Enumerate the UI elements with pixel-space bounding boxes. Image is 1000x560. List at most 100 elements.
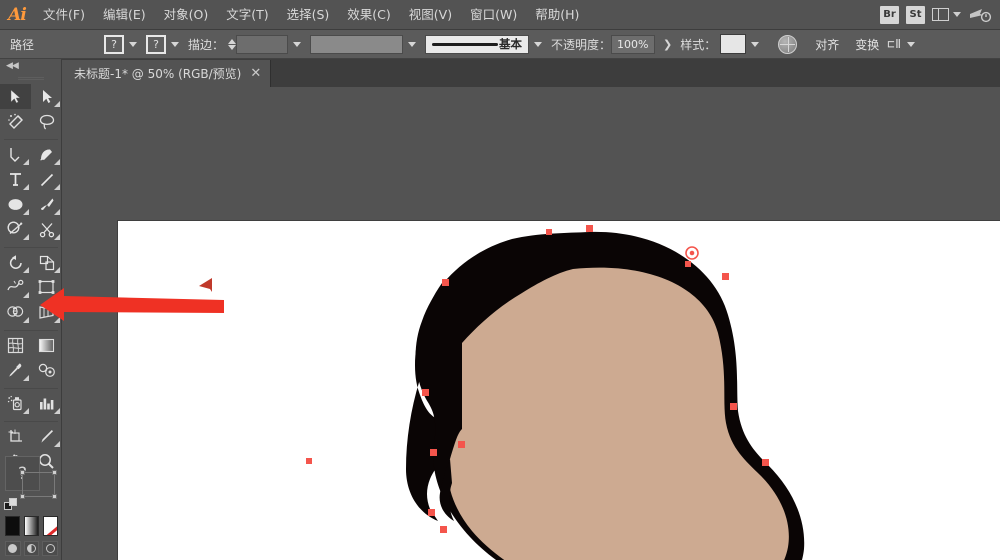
close-icon[interactable]: ✕ (250, 67, 261, 80)
stroke-chevron-down-icon[interactable] (171, 42, 179, 47)
ellipse-tool[interactable] (0, 192, 31, 217)
anchor-point[interactable] (422, 389, 429, 396)
artboard-tool[interactable] (0, 424, 31, 449)
menu-edit[interactable]: 编辑(E) (94, 0, 155, 30)
menu-file[interactable]: 文件(F) (34, 0, 94, 30)
width-tool[interactable] (0, 275, 31, 300)
tools-panel-drag-handle[interactable] (0, 72, 61, 84)
menu-select[interactable]: 选择(S) (278, 0, 339, 30)
stroke-profile-select[interactable] (310, 35, 403, 54)
brush-chevron-down-icon[interactable] (534, 42, 542, 47)
artwork-head-shape[interactable] (118, 221, 1000, 560)
tools-divider (4, 135, 58, 140)
draw-normal-mode[interactable] (5, 541, 21, 556)
color-mode-color[interactable] (5, 516, 20, 536)
color-mode-gradient[interactable] (24, 516, 39, 536)
stroke-color-swatch[interactable]: ? (146, 35, 166, 54)
type-tool[interactable] (0, 167, 31, 192)
stock-icon[interactable]: St (906, 6, 925, 24)
anchor-point[interactable] (730, 403, 737, 410)
selection-tool[interactable] (0, 84, 31, 109)
bridge-icon[interactable]: Br (880, 6, 899, 24)
perspective-grid-tool[interactable] (31, 300, 62, 325)
gradient-tool[interactable] (31, 333, 62, 358)
document-tab-title: 未标题-1* @ 50% (RGB/预览) (74, 65, 241, 82)
opacity-options-button[interactable]: ❯ (655, 38, 680, 51)
anchor-point[interactable] (762, 459, 769, 466)
opacity-input[interactable]: 100% (611, 35, 655, 54)
shaper-tool[interactable] (0, 217, 31, 242)
line-segment-tool[interactable] (31, 167, 62, 192)
artboard[interactable] (118, 221, 1000, 560)
fill-color-swatch[interactable]: ? (104, 35, 124, 54)
style-chevron-down-icon[interactable] (751, 42, 759, 47)
brush-definition-select[interactable]: 基本 (425, 35, 529, 54)
anchor-point[interactable] (458, 441, 465, 448)
shape-builder-tool[interactable] (0, 300, 31, 325)
stroke-indicator-box[interactable] (22, 472, 55, 497)
scale-tool[interactable] (31, 250, 62, 275)
flyout-triangle-icon (23, 209, 29, 215)
free-transform-tool[interactable] (31, 275, 62, 300)
lasso-tool[interactable] (31, 109, 62, 134)
pen-tool[interactable] (0, 142, 31, 167)
anchor-point[interactable] (546, 229, 552, 235)
anchor-point[interactable] (428, 509, 435, 516)
menu-type[interactable]: 文字(T) (217, 0, 277, 30)
paintbrush-tool[interactable] (31, 192, 62, 217)
stroke-profile-chevron-down-icon[interactable] (408, 42, 416, 47)
flyout-triangle-icon (54, 209, 60, 215)
menu-help[interactable]: 帮助(H) (526, 0, 588, 30)
anchor-point[interactable] (722, 273, 729, 280)
magic-wand-tool[interactable] (0, 109, 31, 134)
draw-inside-mode[interactable] (42, 541, 58, 556)
anchor-point[interactable] (586, 225, 593, 232)
transform-button[interactable]: 变换 (847, 36, 887, 53)
flyout-triangle-icon (54, 234, 60, 240)
color-mode-none[interactable] (43, 516, 58, 536)
swap-fill-stroke-icon[interactable] (4, 498, 18, 512)
tools-panel-collapse-button[interactable]: ◀◀ (0, 59, 61, 72)
mesh-tool[interactable] (0, 333, 31, 358)
more-options-chevron-down-icon[interactable] (907, 42, 915, 47)
anchor-point[interactable] (306, 458, 312, 464)
menu-view[interactable]: 视图(V) (400, 0, 461, 30)
anchor-point[interactable] (440, 526, 447, 533)
anchor-point[interactable] (442, 279, 449, 286)
canvas-area[interactable] (62, 87, 1000, 560)
scissors-tool[interactable] (31, 217, 62, 242)
tools-divider (4, 384, 58, 389)
draw-behind-mode[interactable] (24, 541, 40, 556)
curvature-tool[interactable] (31, 142, 62, 167)
fill-stroke-indicator: ? (0, 452, 62, 514)
slice-tool[interactable] (31, 424, 62, 449)
menu-effect[interactable]: 效果(C) (338, 0, 399, 30)
tools-divider (4, 417, 58, 422)
column-graph-tool[interactable] (31, 391, 62, 416)
flyout-triangle-icon (23, 234, 29, 240)
stroke-weight-input[interactable] (236, 35, 288, 54)
anchor-point[interactable] (430, 449, 437, 456)
document-tab[interactable]: 未标题-1* @ 50% (RGB/预览) ✕ (62, 60, 271, 87)
menu-bar-right-group: Br St (880, 6, 1000, 24)
menu-object[interactable]: 对象(O) (155, 0, 218, 30)
menu-window[interactable]: 窗口(W) (461, 0, 526, 30)
stroke-weight-stepper[interactable] (228, 39, 236, 50)
align-button[interactable]: 对齐 (807, 36, 847, 53)
distribute-icon[interactable]: ⊏ǁ (887, 37, 901, 51)
anchor-point[interactable] (685, 261, 691, 267)
workspace-switcher[interactable] (932, 8, 961, 21)
stroke-weight-chevron-down-icon[interactable] (293, 42, 301, 47)
direct-selection-tool[interactable] (31, 84, 62, 109)
symbol-sprayer-tool[interactable] (0, 391, 31, 416)
draw-mode-row (0, 539, 62, 560)
search-adobe-stock-icon[interactable] (968, 6, 992, 24)
rotate-tool[interactable] (0, 250, 31, 275)
selected-anchor-point[interactable] (686, 247, 698, 259)
blend-tool[interactable] (31, 358, 62, 383)
eyedropper-tool[interactable] (0, 358, 31, 383)
fill-chevron-down-icon[interactable] (129, 42, 137, 47)
graphic-style-swatch[interactable] (720, 34, 746, 54)
recolor-artwork-icon[interactable] (778, 35, 797, 54)
flyout-triangle-icon (23, 408, 29, 414)
